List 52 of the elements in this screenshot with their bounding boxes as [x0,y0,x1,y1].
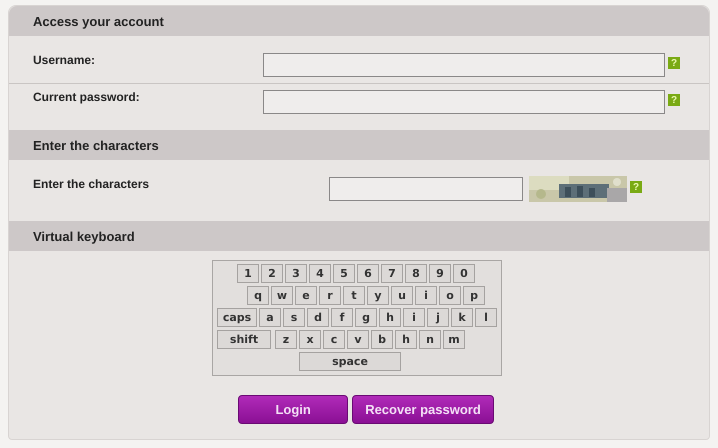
key[interactable]: shift [217,330,271,349]
key[interactable]: k [451,308,473,327]
key[interactable]: d [307,308,329,327]
key[interactable]: 7 [381,264,403,283]
key[interactable]: h [379,308,401,327]
key[interactable]: y [367,286,389,305]
key[interactable]: caps [217,308,257,327]
key[interactable]: o [439,286,461,305]
key[interactable]: x [299,330,321,349]
key[interactable]: u [391,286,413,305]
key[interactable]: 6 [357,264,379,283]
section-header: Virtual keyboard [9,221,709,251]
key[interactable]: i [403,308,425,327]
key[interactable]: q [247,286,269,305]
key[interactable]: b [371,330,393,349]
key[interactable]: v [347,330,369,349]
key[interactable]: f [331,308,353,327]
key[interactable]: a [259,308,281,327]
field-label: Username: [33,53,96,67]
key[interactable]: s [283,308,305,327]
key[interactable]: m [443,330,465,349]
space-key[interactable]: space [299,352,401,371]
key[interactable]: h [395,330,417,349]
key[interactable]: z [275,330,297,349]
key[interactable]: l [475,308,497,327]
key[interactable]: t [343,286,365,305]
input-field[interactable] [263,90,665,114]
key[interactable]: 2 [261,264,283,283]
key[interactable]: c [323,330,345,349]
input-field[interactable] [329,177,523,201]
login-button[interactable]: Login [238,395,348,424]
key[interactable]: 8 [405,264,427,283]
section-header: Access your account [9,6,709,36]
key[interactable]: j [427,308,449,327]
key[interactable]: 0 [453,264,475,283]
key[interactable]: e [295,286,317,305]
recover-password-button[interactable]: Recover password [352,395,494,424]
key[interactable]: 1 [237,264,259,283]
input-field[interactable] [263,53,665,77]
key[interactable]: 3 [285,264,307,283]
field-label: Current password: [33,90,141,104]
key[interactable]: 4 [309,264,331,283]
key[interactable]: g [355,308,377,327]
key[interactable]: 5 [333,264,355,283]
key[interactable]: n [419,330,441,349]
key[interactable]: 9 [429,264,451,283]
key[interactable]: w [271,286,293,305]
key[interactable]: p [463,286,485,305]
key[interactable]: r [319,286,341,305]
key[interactable]: i [415,286,437,305]
field-label: Enter the characters [33,177,150,191]
section-header: Enter the characters [9,130,709,160]
